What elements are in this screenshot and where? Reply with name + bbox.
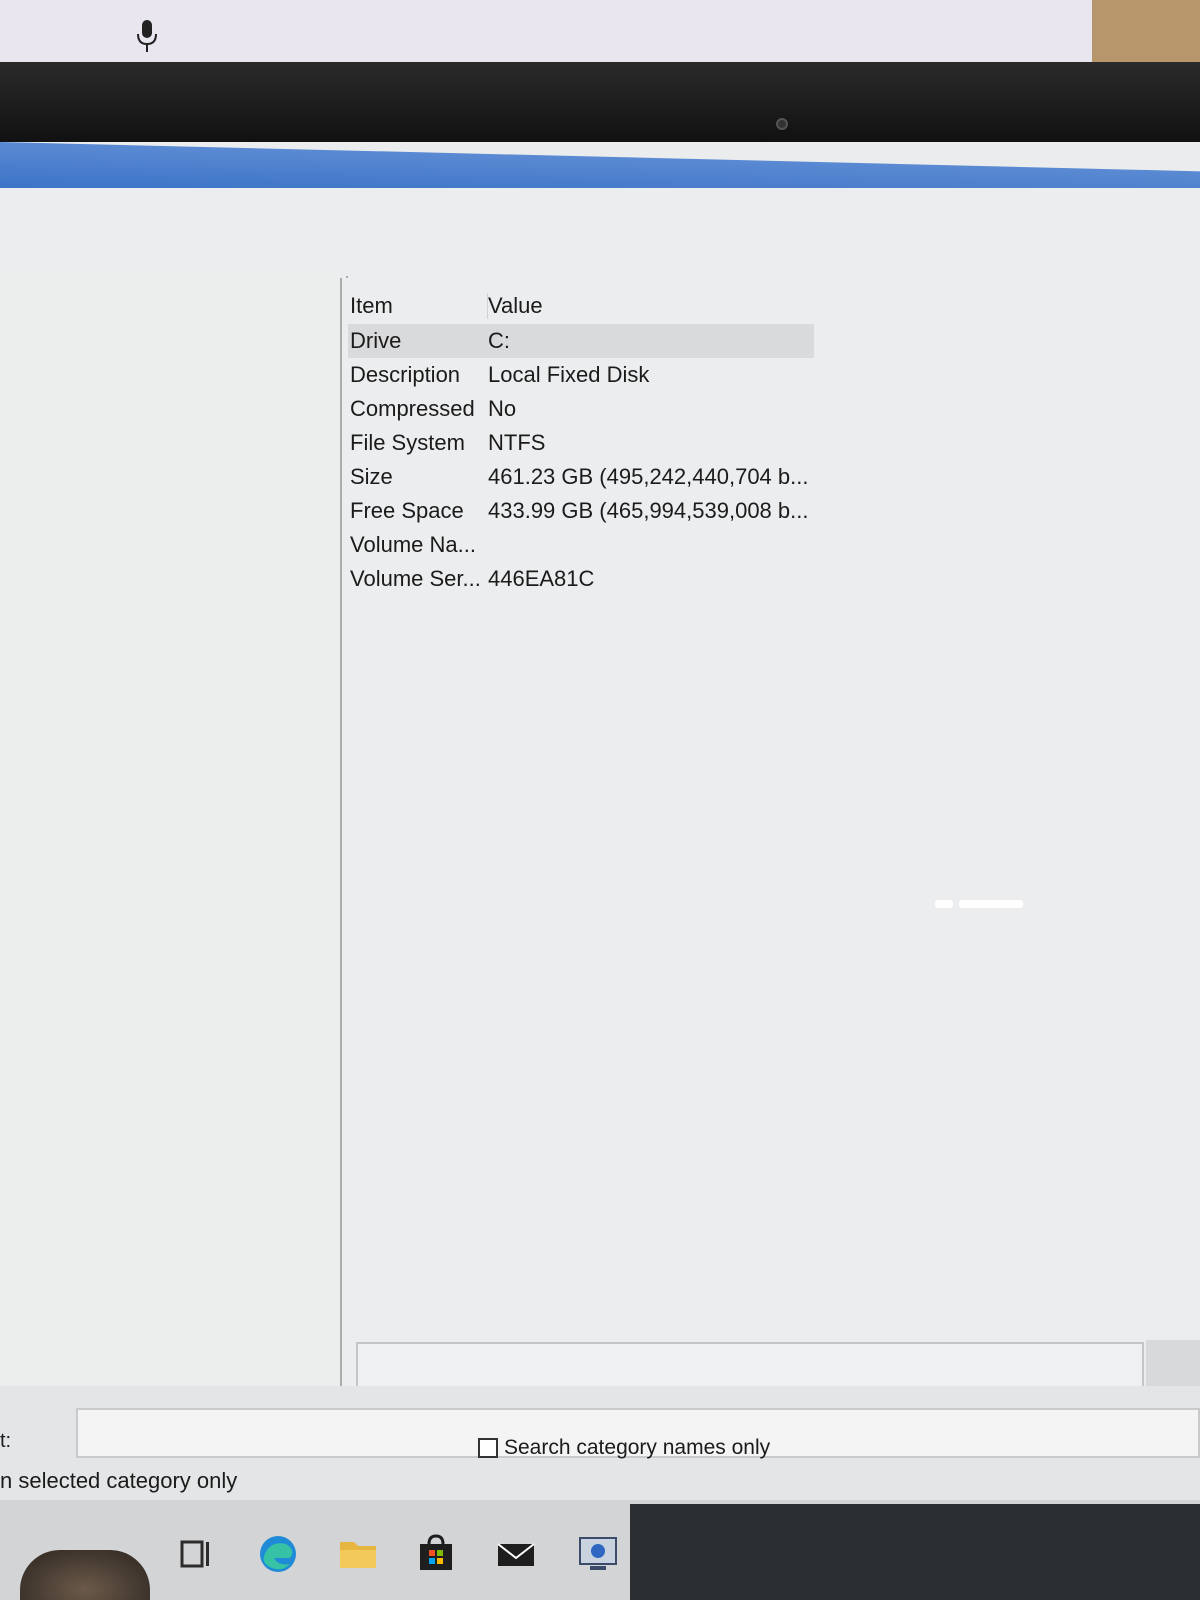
row-value: No	[488, 396, 517, 421]
taskbar-dark-region	[630, 1504, 1200, 1600]
microphone-icon	[137, 20, 157, 52]
list-row[interactable]: Volume Na...	[348, 528, 814, 562]
row-item: Drive	[350, 328, 402, 353]
find-what-label: t:	[0, 1430, 12, 1452]
laptop-bezel	[0, 62, 1200, 142]
row-item: File System	[350, 430, 465, 455]
category-tree-pane[interactable]	[0, 276, 348, 1532]
webcam-icon	[776, 118, 788, 130]
list-header: Item Value	[348, 288, 814, 324]
details-pane: Item Value Drive C: Description Local Fi…	[340, 278, 1200, 1520]
list-row[interactable]: Free Space 433.99 GB (465,994,539,008 b.…	[348, 494, 814, 528]
row-value: 446EA81C	[488, 566, 595, 591]
row-item: Compressed	[350, 396, 475, 421]
row-item: Volume Na...	[350, 532, 476, 557]
row-value: 461.23 GB (495,242,440,704 b...	[488, 464, 809, 489]
row-value: C:	[488, 328, 510, 353]
system-information-icon[interactable]	[576, 1532, 620, 1576]
menu-area	[0, 188, 1200, 274]
search-category-names-checkbox[interactable]	[478, 1438, 498, 1458]
row-item: Description	[350, 362, 461, 387]
search-category-names-option[interactable]: Search category names only	[478, 1436, 770, 1460]
file-explorer-icon[interactable]	[336, 1532, 380, 1576]
screen: Item Value Drive C: Description Local Fi…	[0, 142, 1200, 1600]
row-value: NTFS	[488, 430, 546, 455]
details-list: Item Value Drive C: Description Local Fi…	[348, 288, 814, 596]
search-panel: t: n selected category only Search categ…	[0, 1386, 1200, 1506]
row-item: Volume Ser...	[350, 566, 481, 591]
search-category-names-label: Search category names only	[504, 1436, 771, 1459]
list-row[interactable]: Description Local Fixed Disk	[348, 358, 814, 392]
scroll-button[interactable]	[1146, 1340, 1200, 1388]
list-row[interactable]: File System NTFS	[348, 426, 814, 460]
row-item: Size	[350, 464, 393, 489]
column-header-item[interactable]: Item	[348, 293, 488, 319]
screen-glare	[935, 900, 1025, 910]
column-header-value[interactable]: Value	[488, 293, 814, 319]
background-monitor-strip	[0, 0, 1200, 62]
user-thumb	[20, 1550, 150, 1600]
list-row[interactable]: Drive C:	[348, 324, 814, 358]
list-row[interactable]: Size 461.23 GB (495,242,440,704 b...	[348, 460, 814, 494]
list-row[interactable]: Compressed No	[348, 392, 814, 426]
list-row[interactable]: Volume Ser... 446EA81C	[348, 562, 814, 596]
row-value: Local Fixed Disk	[488, 362, 650, 387]
horizontal-scrollbar[interactable]	[356, 1342, 1144, 1388]
task-view-icon[interactable]	[174, 1532, 218, 1576]
store-icon[interactable]	[414, 1532, 458, 1576]
search-selected-category-option[interactable]: n selected category only	[0, 1468, 237, 1494]
mail-icon[interactable]	[494, 1532, 538, 1576]
row-item: Free Space	[350, 498, 464, 523]
edge-icon[interactable]	[256, 1532, 300, 1576]
row-value: 433.99 GB (465,994,539,008 b...	[488, 498, 809, 523]
